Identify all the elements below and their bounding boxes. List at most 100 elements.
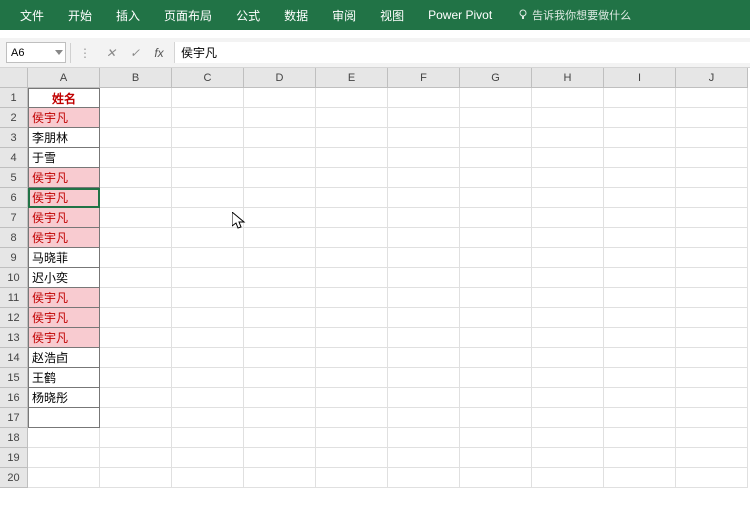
cell[interactable] [388,248,460,268]
cell[interactable] [388,268,460,288]
cell[interactable] [28,448,100,468]
row-header[interactable]: 19 [0,448,28,468]
cell[interactable] [460,388,532,408]
cell[interactable] [460,208,532,228]
cell[interactable] [244,88,316,108]
fx-button[interactable]: fx [150,46,168,60]
cell[interactable] [100,228,172,248]
cell[interactable] [244,308,316,328]
cell[interactable] [172,428,244,448]
cell[interactable] [460,268,532,288]
cell[interactable] [532,228,604,248]
cell[interactable] [172,128,244,148]
cell[interactable] [388,348,460,368]
cell[interactable] [388,388,460,408]
cell[interactable] [316,288,388,308]
cell[interactable]: 姓名 [28,88,100,108]
cell[interactable] [532,348,604,368]
cell[interactable] [388,408,460,428]
cell[interactable] [172,348,244,368]
cell[interactable] [100,308,172,328]
cell[interactable] [172,388,244,408]
cell[interactable] [676,408,748,428]
row-header[interactable]: 7 [0,208,28,228]
cell[interactable] [316,208,388,228]
cell[interactable] [244,328,316,348]
cell[interactable] [316,228,388,248]
cell[interactable] [676,248,748,268]
cell[interactable] [100,428,172,448]
cell[interactable] [388,288,460,308]
spreadsheet-grid[interactable]: ABCDEFGHIJ 12345678910111213141516171819… [0,68,750,514]
cell[interactable] [316,248,388,268]
cell[interactable] [604,148,676,168]
cell[interactable] [388,368,460,388]
cell[interactable] [604,408,676,428]
cell[interactable] [172,228,244,248]
row-header[interactable]: 8 [0,228,28,248]
cell[interactable] [172,448,244,468]
cell[interactable] [316,88,388,108]
cell[interactable] [100,448,172,468]
cell[interactable] [316,328,388,348]
cell[interactable] [100,288,172,308]
cell[interactable] [100,88,172,108]
row-header[interactable]: 6 [0,188,28,208]
cell[interactable] [604,248,676,268]
row-header[interactable]: 10 [0,268,28,288]
cell[interactable] [532,328,604,348]
cell[interactable] [676,468,748,488]
cell[interactable] [676,168,748,188]
cell[interactable] [316,268,388,288]
cell[interactable] [172,468,244,488]
cell[interactable]: 侯宇凡 [28,328,100,348]
row-header[interactable]: 14 [0,348,28,368]
cell[interactable]: 王鹤 [28,368,100,388]
cell[interactable] [676,188,748,208]
cell[interactable] [244,168,316,188]
cell[interactable] [316,148,388,168]
cell[interactable] [676,308,748,328]
formula-bar-options[interactable]: ⋮ [75,46,96,60]
cell[interactable] [676,228,748,248]
cell[interactable]: 李朋林 [28,128,100,148]
cell[interactable] [388,468,460,488]
cell[interactable] [460,468,532,488]
column-header[interactable]: E [316,68,388,88]
column-header[interactable]: C [172,68,244,88]
cell[interactable] [316,368,388,388]
cell[interactable] [388,108,460,128]
cell[interactable] [316,388,388,408]
cell[interactable] [676,328,748,348]
cell[interactable] [100,368,172,388]
column-header[interactable]: D [244,68,316,88]
cell[interactable] [676,108,748,128]
cell[interactable] [604,208,676,228]
cell[interactable] [316,108,388,128]
cell[interactable] [172,168,244,188]
cell[interactable] [100,128,172,148]
cell[interactable] [388,188,460,208]
cell[interactable] [532,468,604,488]
cell[interactable] [460,188,532,208]
cell[interactable]: 杨晓彤 [28,388,100,408]
cell[interactable] [172,308,244,328]
cell[interactable] [100,268,172,288]
cell[interactable] [244,188,316,208]
select-all-corner[interactable] [0,68,28,88]
cell[interactable] [244,388,316,408]
cell[interactable] [532,188,604,208]
tab-insert[interactable]: 插入 [104,0,152,30]
cell[interactable] [172,268,244,288]
cell[interactable] [604,228,676,248]
cell[interactable] [100,248,172,268]
cell[interactable] [532,428,604,448]
cell[interactable] [28,408,100,428]
cell[interactable] [316,128,388,148]
row-header[interactable]: 4 [0,148,28,168]
cell[interactable] [100,408,172,428]
cell[interactable] [172,108,244,128]
cell[interactable] [676,368,748,388]
cell[interactable] [316,308,388,328]
cell[interactable] [460,348,532,368]
